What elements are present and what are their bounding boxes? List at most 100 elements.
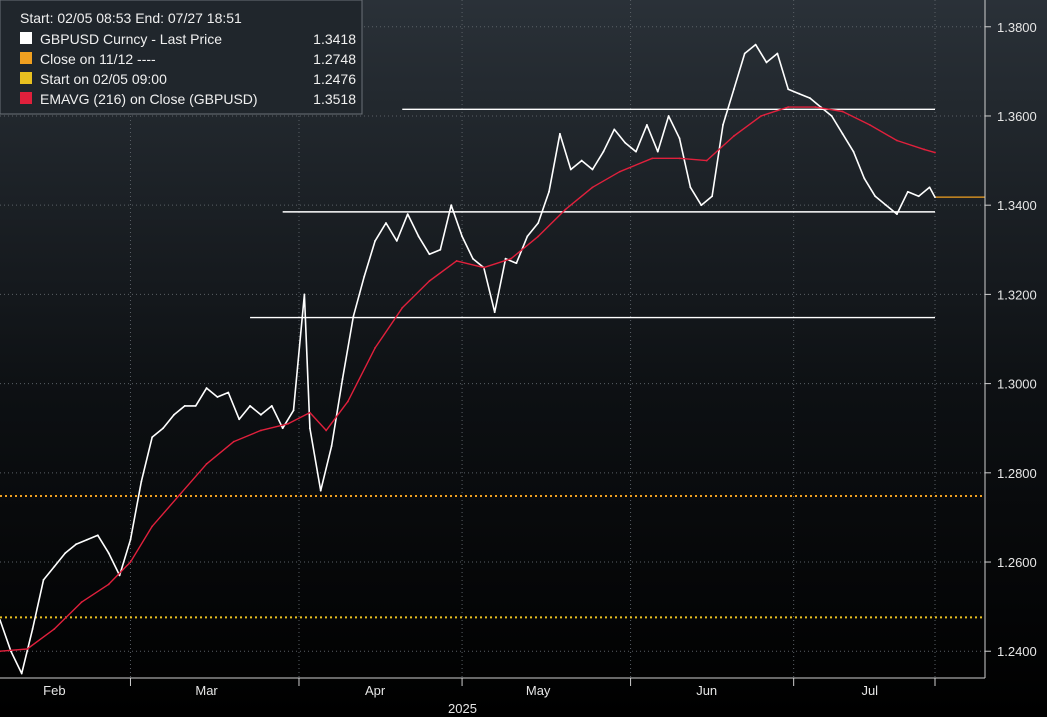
x-tick-label: Jul <box>861 683 878 698</box>
price-point <box>559 132 561 135</box>
price-point <box>917 195 920 198</box>
price-point <box>830 115 833 117</box>
y-tick-label: 1.2600 <box>997 555 1037 570</box>
price-point <box>319 489 322 492</box>
ema-point <box>760 115 762 117</box>
price-point <box>162 427 164 430</box>
price-point <box>205 387 208 389</box>
price-point <box>906 190 909 193</box>
price-point <box>216 396 219 398</box>
price-point <box>238 418 241 421</box>
ema-point <box>428 280 431 282</box>
price-point <box>129 538 132 541</box>
legend: Start: 02/05 08:53 End: 07/27 18:51 GBPUS… <box>0 0 363 115</box>
price-point <box>635 150 637 153</box>
price-point <box>352 315 355 318</box>
y-tick-label: 1.3800 <box>997 20 1037 35</box>
legend-header: Start: 02/05 08:53 End: 07/27 18:51 <box>20 10 242 26</box>
price-point <box>140 480 143 483</box>
price-point <box>667 115 670 117</box>
price-point <box>580 159 583 162</box>
ema-point <box>107 583 110 586</box>
price-point <box>591 168 594 171</box>
ema-point <box>374 347 376 349</box>
price-point <box>303 293 306 296</box>
ema-point <box>591 186 594 189</box>
price-point <box>151 436 154 439</box>
price-point <box>678 137 681 140</box>
price-point <box>281 427 284 430</box>
ema-point <box>841 110 844 113</box>
legend-swatch <box>20 72 32 84</box>
price-point <box>227 391 230 394</box>
ema-point <box>53 628 56 630</box>
x-tick-label: Feb <box>43 683 65 698</box>
price-point <box>515 262 518 265</box>
price-point <box>809 97 811 100</box>
ema-point <box>510 257 512 260</box>
legend-entry-label: Start on 02/05 09:00 <box>40 71 167 87</box>
price-point <box>472 257 474 260</box>
price-point <box>107 552 110 555</box>
chart-container: 1.2400 1.2600 1.2800 1.3000 1.3200 1.3400 1.36… <box>0 0 1047 717</box>
price-point <box>689 186 692 189</box>
ema-point <box>868 123 871 126</box>
price-point <box>711 195 714 198</box>
price-point <box>363 275 366 278</box>
ema-point <box>80 601 83 604</box>
ema-point <box>618 170 621 173</box>
ema-point <box>896 139 898 142</box>
price-point <box>863 177 866 180</box>
ema-point <box>934 151 936 154</box>
ema-point <box>651 157 654 160</box>
ema-point <box>232 440 235 443</box>
ema-point <box>814 106 817 108</box>
price-point <box>406 213 409 216</box>
y-tick-label: 1.2800 <box>997 466 1037 481</box>
ema-point <box>129 561 132 563</box>
x-tick-label: Apr <box>365 683 386 698</box>
price-point <box>194 405 197 407</box>
ema-point <box>178 494 181 497</box>
price-point <box>569 168 572 171</box>
price-point <box>428 253 431 256</box>
x-tick-label: Mar <box>195 683 218 698</box>
ema-point <box>287 422 290 425</box>
gbpusd-line-chart: 1.2400 1.2600 1.2800 1.3000 1.3200 1.3400 1.36… <box>0 0 1047 717</box>
price-point <box>548 190 550 193</box>
price-point <box>874 195 877 198</box>
ema-point <box>260 429 262 432</box>
price-point <box>613 128 616 131</box>
legend-swatch <box>20 52 32 64</box>
ema-point <box>537 235 540 238</box>
price-point <box>439 248 442 251</box>
price-point <box>249 405 251 407</box>
legend-entry-label: GBPUSD Curncy - Last Price <box>40 31 222 47</box>
x-tick-label: Jun <box>696 683 717 698</box>
price-point <box>417 235 420 238</box>
price-point <box>700 204 703 207</box>
price-point <box>330 445 333 447</box>
y-tick-label: 1.3200 <box>997 287 1037 302</box>
ema-point <box>482 266 485 269</box>
price-point <box>450 204 453 207</box>
y-tick-label: 1.3600 <box>997 109 1037 124</box>
price-point <box>885 204 887 207</box>
price-point <box>743 52 746 55</box>
price-point <box>42 578 45 581</box>
price-point <box>754 43 757 46</box>
legend-entry-value: 1.3418 <box>313 31 356 47</box>
price-point <box>173 413 175 416</box>
price-point <box>645 123 648 126</box>
price-point <box>732 88 735 91</box>
legend-entry-value: 1.2476 <box>313 71 356 87</box>
y-tick-label: 1.2400 <box>997 644 1037 659</box>
price-point <box>260 413 262 416</box>
price-point <box>656 150 659 153</box>
ema-point <box>151 525 154 528</box>
price-point <box>385 222 387 224</box>
ema-point <box>325 429 328 432</box>
price-point <box>75 543 78 546</box>
x-tick-label: May <box>526 683 551 698</box>
ema-point <box>678 157 681 160</box>
